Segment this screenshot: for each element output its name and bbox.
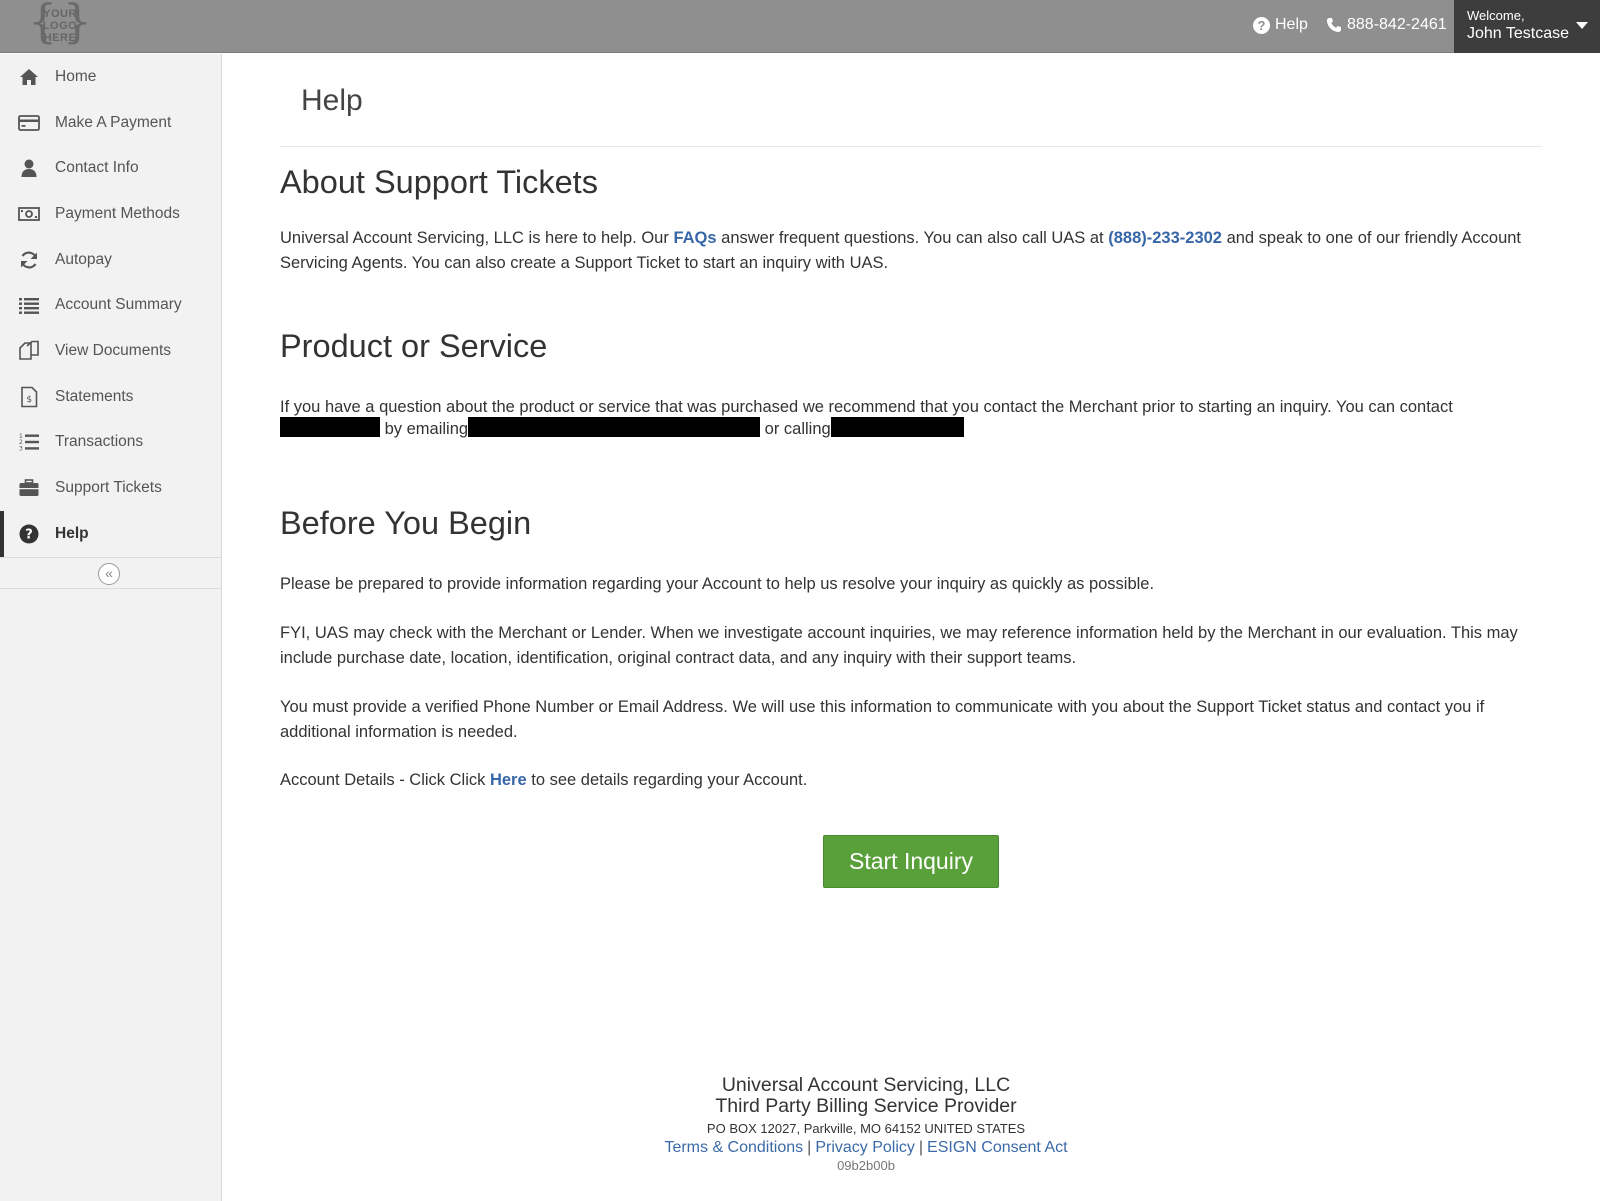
briefcase-icon <box>18 477 40 499</box>
faqs-link[interactable]: FAQs <box>673 229 716 247</box>
sidebar-item-label: Home <box>55 67 97 85</box>
before-paragraph-2: FYI, UAS may check with the Merchant or … <box>280 624 1518 667</box>
sidebar-item-payment-methods[interactable]: Payment Methods <box>0 191 221 237</box>
account-details-paragraph: Account Details - Click Click Here to se… <box>280 771 808 789</box>
top-bar: { YOUR LOGO HERE } ? Help 888-842-2461 W… <box>0 0 1600 53</box>
redacted-merchant-email <box>468 417 761 437</box>
money-icon <box>18 203 40 225</box>
svg-text:3: 3 <box>19 446 23 453</box>
sidebar-item-label: Statements <box>55 387 134 405</box>
sidebar-item-label: View Documents <box>55 341 172 359</box>
account-details-here-link[interactable]: Here <box>490 771 527 789</box>
start-inquiry-button[interactable]: Start Inquiry <box>823 835 999 888</box>
sidebar-item-label: Account Summary <box>55 296 182 314</box>
uas-phone-link[interactable]: (888)-233-2302 <box>1108 229 1222 247</box>
product-paragraph: If you have a question about the product… <box>280 398 1453 438</box>
svg-text:?: ? <box>25 527 33 542</box>
user-menu[interactable]: Welcome, John Testcase <box>1454 0 1600 53</box>
before-paragraph-1: Please be prepared to provide informatio… <box>280 575 1155 593</box>
svg-text:$: $ <box>26 395 32 405</box>
statement-icon: $ <box>18 386 40 408</box>
credit-card-icon <box>18 112 40 134</box>
title-divider <box>280 146 1542 147</box>
before-paragraph-3: You must provide a verified Phone Number… <box>280 698 1485 741</box>
question-circle-icon: ? <box>1253 16 1270 34</box>
sidebar-item-account-summary[interactable]: Account Summary <box>0 282 221 328</box>
sidebar-item-home[interactable]: Home <box>0 54 221 100</box>
sidebar-item-label: Autopay <box>55 250 112 268</box>
sidebar-item-help[interactable]: ? Help <box>0 510 221 557</box>
header-phone: 888-842-2461 <box>1326 16 1447 34</box>
header-help-link[interactable]: ? Help <box>1253 16 1308 34</box>
sidebar-item-label: Help <box>55 524 89 542</box>
redacted-merchant-phone <box>830 417 964 437</box>
sidebar-item-label: Make A Payment <box>55 113 172 131</box>
sidebar: Home Make A Payment Contact Info Payment… <box>0 54 222 1201</box>
collapse-sidebar-button[interactable]: « <box>98 562 120 585</box>
esign-link[interactable]: ESIGN Consent Act <box>927 1139 1068 1156</box>
list-icon <box>18 294 40 316</box>
caret-down-icon <box>1576 22 1588 29</box>
sidebar-item-label: Transactions <box>55 433 144 451</box>
product-heading: Product or Service <box>280 328 548 364</box>
sidebar-item-label: Support Tickets <box>55 479 162 497</box>
home-icon <box>18 66 40 88</box>
user-icon <box>18 157 40 179</box>
page-title: Help <box>301 84 363 117</box>
sidebar-item-view-documents[interactable]: View Documents <box>0 328 221 374</box>
double-chevron-left-icon: « <box>105 564 113 581</box>
sidebar-item-make-a-payment[interactable]: Make A Payment <box>0 100 221 146</box>
footer-company: Universal Account Servicing, LLC <box>721 1074 1011 1096</box>
terms-link[interactable]: Terms & Conditions <box>664 1139 803 1156</box>
about-paragraph: Universal Account Servicing, LLC is here… <box>280 229 1522 272</box>
footer-links: Terms & Conditions | Privacy Policy | ESIGN … <box>664 1139 1068 1156</box>
header-help-label: Help <box>1275 16 1308 33</box>
sidebar-item-support-tickets[interactable]: Support Tickets <box>0 465 221 511</box>
privacy-link[interactable]: Privacy Policy <box>815 1139 915 1156</box>
sidebar-item-label: Payment Methods <box>55 204 180 222</box>
redacted-merchant-name <box>280 417 380 437</box>
sidebar-item-autopay[interactable]: Autopay <box>0 237 221 283</box>
sidebar-item-contact-info[interactable]: Contact Info <box>0 145 221 191</box>
sidebar-collapse-row: « <box>0 556 221 589</box>
sidebar-item-transactions[interactable]: 123 Transactions <box>0 420 221 466</box>
question-circle-icon: ? <box>18 523 40 545</box>
footer-address: PO BOX 12027, Parkville, MO 64152 UNITED… <box>706 1121 1026 1136</box>
header-phone-number: 888-842-2461 <box>1347 16 1447 33</box>
ordered-list-icon: 123 <box>18 431 40 453</box>
sidebar-item-label: Contact Info <box>55 159 139 177</box>
sidebar-item-statements[interactable]: $ Statements <box>0 374 221 420</box>
phone-icon <box>1327 18 1341 32</box>
footer-build-id: 09b2b00b <box>837 1158 895 1173</box>
documents-icon <box>18 340 40 362</box>
before-heading: Before You Begin <box>280 505 532 541</box>
refresh-icon <box>18 249 40 271</box>
logo[interactable]: { YOUR LOGO HERE } <box>28 0 92 48</box>
footer-tagline: Third Party Billing Service Provider <box>715 1095 1017 1117</box>
footer: Universal Account Servicing, LLC Third P… <box>222 1075 1377 1175</box>
about-heading: About Support Tickets <box>280 164 598 200</box>
